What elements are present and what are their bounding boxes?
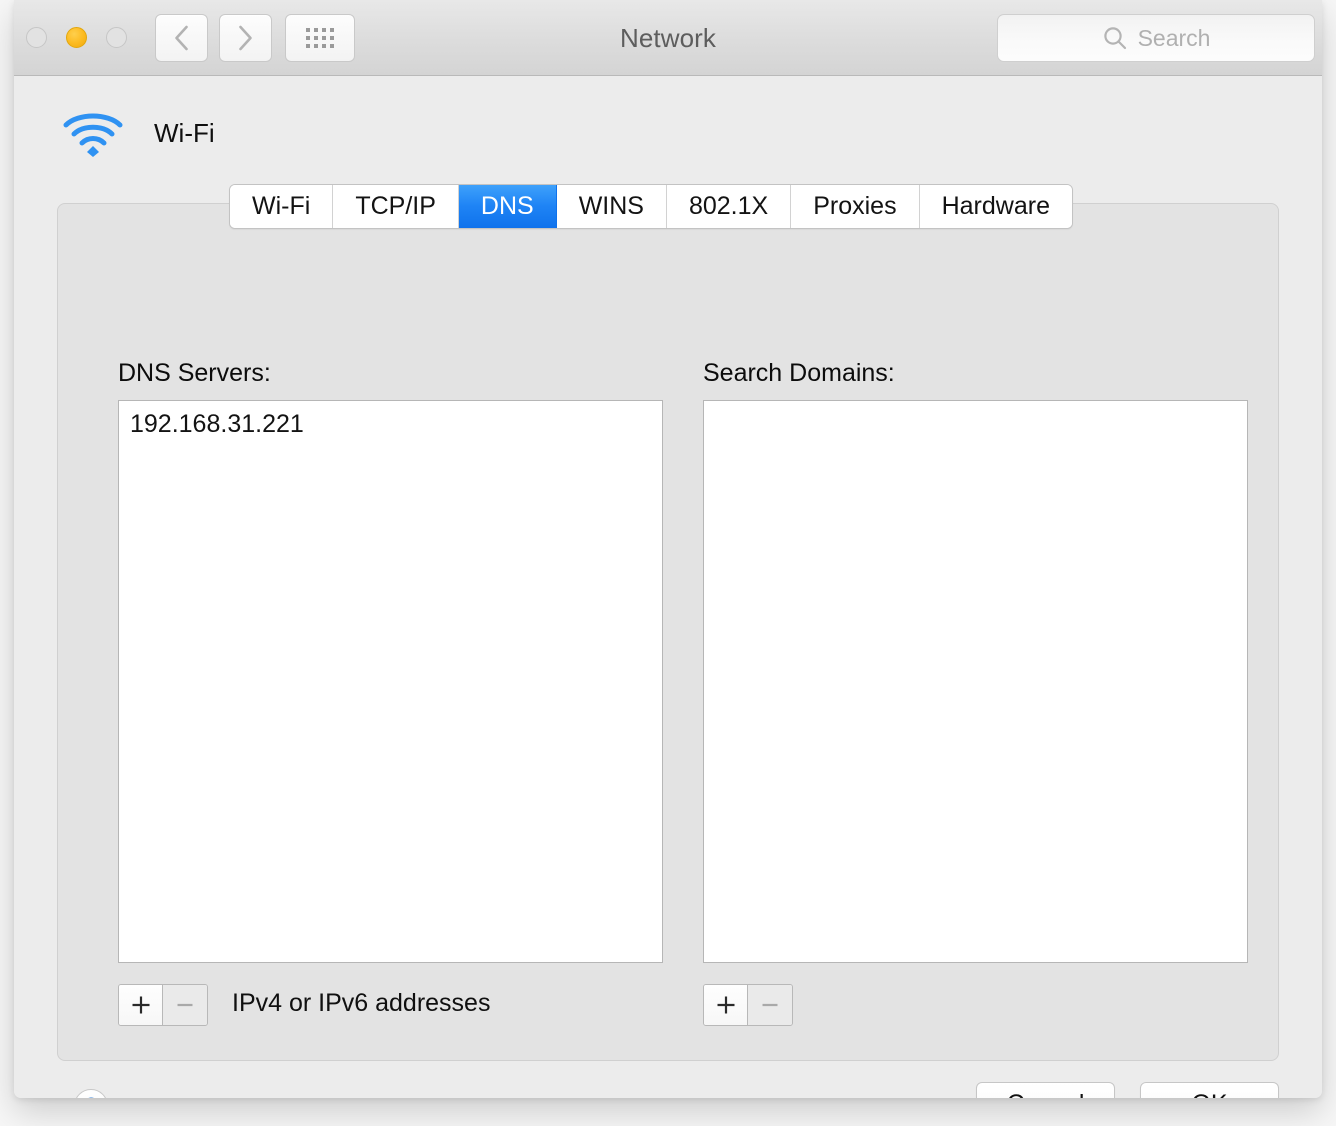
search-field[interactable]: Search	[997, 14, 1315, 62]
tab-hardware-label: Hardware	[942, 192, 1050, 221]
cancel-button[interactable]: Cancel	[976, 1082, 1115, 1098]
dns-servers-add-remove	[118, 984, 208, 1026]
tab-dns-label: DNS	[481, 192, 534, 221]
tab-8021x[interactable]: 802.1X	[667, 185, 791, 228]
search-field-inner: Search	[1102, 25, 1211, 52]
dns-servers-label: DNS Servers:	[118, 359, 271, 388]
tab-dns[interactable]: DNS	[459, 185, 557, 228]
search-icon	[1102, 25, 1128, 51]
tab-proxies-label: Proxies	[813, 192, 896, 221]
tab-tcpip[interactable]: TCP/IP	[333, 185, 459, 228]
remove-search-domain-button[interactable]	[748, 985, 792, 1025]
tab-wifi[interactable]: Wi-Fi	[230, 185, 333, 228]
tab-tcpip-label: TCP/IP	[355, 192, 436, 221]
ok-button-label: OK	[1191, 1090, 1227, 1098]
service-name: Wi-Fi	[154, 118, 215, 149]
tab-wifi-label: Wi-Fi	[252, 192, 310, 221]
tab-8021x-label: 802.1X	[689, 192, 768, 221]
search-domains-list[interactable]	[703, 400, 1248, 963]
add-dns-server-button[interactable]	[119, 985, 163, 1025]
dns-servers-hint: IPv4 or IPv6 addresses	[232, 989, 490, 1018]
tab-wins[interactable]: WINS	[557, 185, 667, 228]
window-body: Wi-Fi Wi-Fi TCP/IP DNS WINS 802.1X Proxi…	[14, 76, 1322, 1098]
remove-dns-server-button[interactable]	[163, 985, 207, 1025]
help-button-label: ?	[84, 1093, 97, 1098]
service-header: Wi-Fi	[60, 108, 215, 158]
minus-icon	[174, 994, 196, 1016]
screen: Network Search	[0, 0, 1336, 1126]
search-domains-label: Search Domains:	[703, 359, 895, 388]
minus-icon	[759, 994, 781, 1016]
dns-servers-list[interactable]: 192.168.31.221	[118, 400, 663, 963]
search-placeholder: Search	[1138, 25, 1211, 52]
tab-proxies[interactable]: Proxies	[791, 185, 919, 228]
dns-tab-panel: DNS Servers: 192.168.31.221	[57, 203, 1279, 1061]
tab-hardware[interactable]: Hardware	[920, 185, 1072, 228]
network-preferences-window: Network Search	[14, 0, 1322, 1098]
plus-icon	[130, 994, 152, 1016]
window-title-text: Network	[620, 23, 716, 54]
search-domains-add-remove	[703, 984, 793, 1026]
wifi-icon	[60, 108, 126, 158]
cancel-button-label: Cancel	[1007, 1090, 1085, 1098]
help-button[interactable]: ?	[74, 1089, 108, 1098]
ok-button[interactable]: OK	[1140, 1082, 1279, 1098]
tab-bar: Wi-Fi TCP/IP DNS WINS 802.1X Proxies Har…	[229, 184, 1073, 229]
tab-wins-label: WINS	[579, 192, 644, 221]
list-item[interactable]: 192.168.31.221	[119, 401, 662, 439]
window-titlebar: Network Search	[14, 0, 1322, 76]
plus-icon	[715, 994, 737, 1016]
add-search-domain-button[interactable]	[704, 985, 748, 1025]
